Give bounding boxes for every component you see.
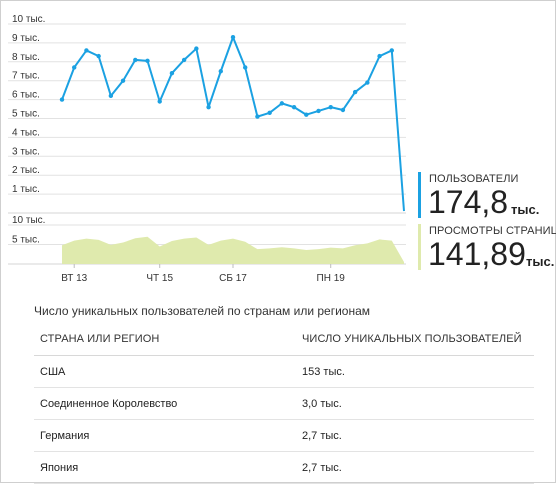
data-point [243, 65, 248, 70]
table-row[interactable]: Соединенное Королевство 3,0 тыс. [34, 387, 534, 420]
data-point [340, 107, 346, 113]
data-point [230, 35, 236, 40]
y-tick-label: 5 тыс. [12, 235, 40, 246]
users-metric-unit: тыс. [511, 202, 540, 217]
data-point [255, 114, 260, 119]
users-line [61, 36, 405, 212]
data-point [108, 93, 114, 99]
data-point [377, 53, 382, 59]
data-point [328, 104, 333, 110]
country-cell: США [34, 355, 296, 388]
country-cell: Соединенное Королевство [34, 387, 296, 420]
country-cell: Япония [34, 451, 296, 484]
data-point [84, 48, 89, 53]
table-header-row: СТРАНА ИЛИ РЕГИОН ЧИСЛО УНИКАЛЬНЫХ ПОЛЬЗ… [34, 322, 534, 356]
y-tick-label: 2 тыс. [12, 165, 40, 176]
users-cell: 2,7 тыс. [296, 451, 534, 484]
main-chart-grid [8, 23, 406, 214]
users-column-header[interactable]: ЧИСЛО УНИКАЛЬНЫХ ПОЛЬЗОВАТЕЛЕЙ [296, 322, 534, 356]
data-point [389, 48, 394, 53]
country-column-header[interactable]: СТРАНА ИЛИ РЕГИОН [34, 322, 296, 356]
data-point [96, 53, 101, 59]
pageviews-metric-unit: тыс. [526, 254, 555, 269]
y-tick-label: 8 тыс. [12, 52, 40, 63]
data-point [304, 112, 309, 117]
users-metric-value: 174,8 [428, 184, 509, 220]
data-point [72, 65, 77, 70]
x-tick-label: ЧТ 15 [146, 273, 173, 284]
main-chart-y-ticks: 1 тыс. 2 тыс. 3 тыс. 4 тыс. 5 тыс. 6 тыс. 7 ты… [12, 14, 45, 195]
data-point [120, 78, 126, 83]
y-tick-label: 6 тыс. [12, 90, 40, 101]
data-point [206, 104, 211, 110]
pageviews-area-series[interactable] [62, 236, 404, 264]
data-point [291, 104, 297, 110]
data-point [133, 57, 138, 63]
table-row[interactable]: США 153 тыс. [34, 355, 534, 388]
y-tick-label: 10 тыс. [12, 14, 45, 25]
data-point [316, 108, 321, 114]
y-tick-label: 9 тыс. [12, 33, 40, 44]
pageviews-metric-value: 141,89 [428, 236, 526, 272]
y-tick-label: 4 тыс. [12, 127, 40, 138]
data-point [157, 99, 162, 104]
y-tick-label: 1 тыс. [12, 184, 40, 195]
data-point [352, 89, 358, 95]
x-tick-label: СБ 17 [219, 273, 247, 284]
data-point [218, 69, 223, 74]
users-cell: 153 тыс. [296, 355, 534, 388]
data-point [194, 46, 199, 51]
users-cell: 2,7 тыс. [296, 419, 534, 452]
data-point [59, 97, 65, 102]
y-tick-label: 7 тыс. [12, 71, 40, 82]
x-tick-label: ВТ 13 [61, 273, 87, 284]
table-row[interactable]: Германия 2,7 тыс. [34, 419, 534, 452]
data-point [145, 58, 150, 64]
y-tick-label: 3 тыс. [12, 146, 40, 157]
x-tick-label: ПН 19 [317, 273, 346, 284]
data-point [365, 80, 370, 85]
country-cell: Германия [34, 419, 296, 452]
pageviews-color-bar [418, 224, 421, 270]
country-table-title: Число уникальных пользователей по страна… [34, 304, 371, 318]
users-cell: 3,0 тыс. [296, 387, 534, 420]
data-point [267, 110, 272, 116]
data-point [279, 101, 285, 106]
table-row[interactable]: Япония 2,7 тыс. [34, 451, 534, 484]
country-table: СТРАНА ИЛИ РЕГИОН ЧИСЛО УНИКАЛЬНЫХ ПОЛЬЗ… [34, 322, 534, 484]
data-point [169, 70, 175, 76]
x-axis-ticks: ВТ 13 ЧТ 15 СБ 17 ПН 19 [61, 264, 345, 284]
y-tick-label: 5 тыс. [12, 109, 40, 120]
pageviews-area [62, 236, 404, 264]
data-point [181, 57, 187, 63]
users-color-bar [418, 172, 421, 218]
mini-chart-y-ticks: 5 тыс. 10 тыс. [12, 215, 45, 246]
y-tick-label: 10 тыс. [12, 215, 45, 226]
